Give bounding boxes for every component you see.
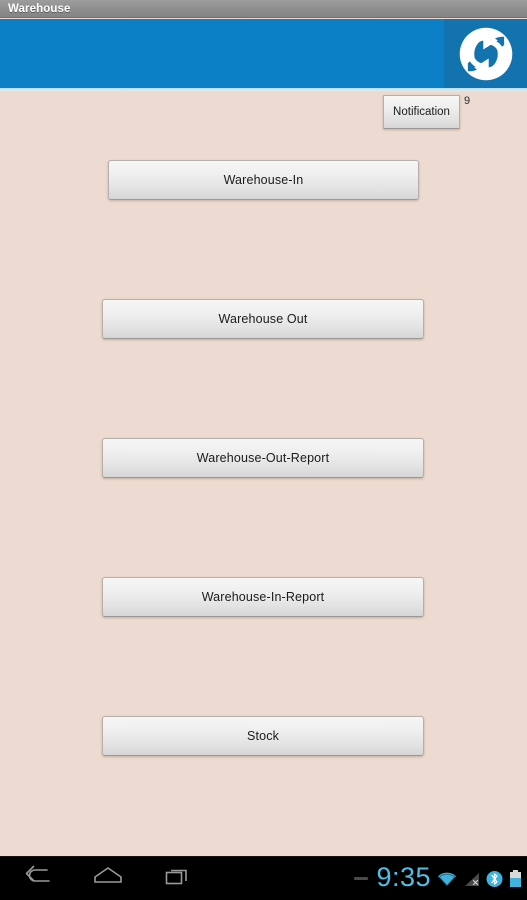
title-bar: Warehouse bbox=[0, 0, 527, 18]
battery-icon[interactable] bbox=[508, 869, 523, 888]
wifi-icon[interactable] bbox=[436, 870, 458, 888]
warehouse-out-button[interactable]: Warehouse Out bbox=[102, 299, 424, 339]
home-icon bbox=[92, 865, 124, 892]
menu-row: Warehouse-Out-Report bbox=[0, 438, 527, 478]
menu-row: Warehouse Out bbox=[0, 299, 527, 339]
menu-row: Warehouse-In bbox=[0, 160, 527, 200]
nav-back-button[interactable] bbox=[2, 857, 74, 900]
recent-apps-icon bbox=[164, 865, 192, 892]
notification-button[interactable]: Notification bbox=[383, 95, 460, 129]
nav-recents-button[interactable] bbox=[142, 857, 214, 900]
status-clock: 9:35 bbox=[376, 862, 431, 892]
app-logo bbox=[444, 19, 527, 88]
menu-row: Warehouse-In-Report bbox=[0, 577, 527, 617]
warehouse-in-button[interactable]: Warehouse-In bbox=[108, 160, 419, 200]
app-header bbox=[0, 19, 527, 88]
app-screen: Warehouse Notification 9 Warehouse-In Wa… bbox=[0, 0, 527, 900]
warehouse-out-report-button[interactable]: Warehouse-Out-Report bbox=[102, 438, 424, 478]
status-bar: 9:35 bbox=[354, 857, 523, 900]
notification-dash-icon bbox=[354, 877, 369, 880]
back-arrow-icon bbox=[23, 865, 53, 892]
system-navigation-bar: 9:35 bbox=[0, 856, 527, 900]
bluetooth-icon[interactable] bbox=[486, 870, 503, 888]
notification-area: Notification 9 bbox=[383, 95, 527, 135]
nav-home-button[interactable] bbox=[72, 857, 144, 900]
header-underline bbox=[0, 88, 527, 91]
sync-circle-logo-icon bbox=[457, 25, 515, 83]
cellular-signal-off-icon[interactable] bbox=[463, 870, 481, 888]
stock-button[interactable]: Stock bbox=[102, 716, 424, 756]
warehouse-in-report-button[interactable]: Warehouse-In-Report bbox=[102, 577, 424, 617]
page-title: Warehouse bbox=[8, 3, 71, 15]
notification-badge: 9 bbox=[464, 95, 471, 107]
menu-row: Stock bbox=[0, 716, 527, 756]
